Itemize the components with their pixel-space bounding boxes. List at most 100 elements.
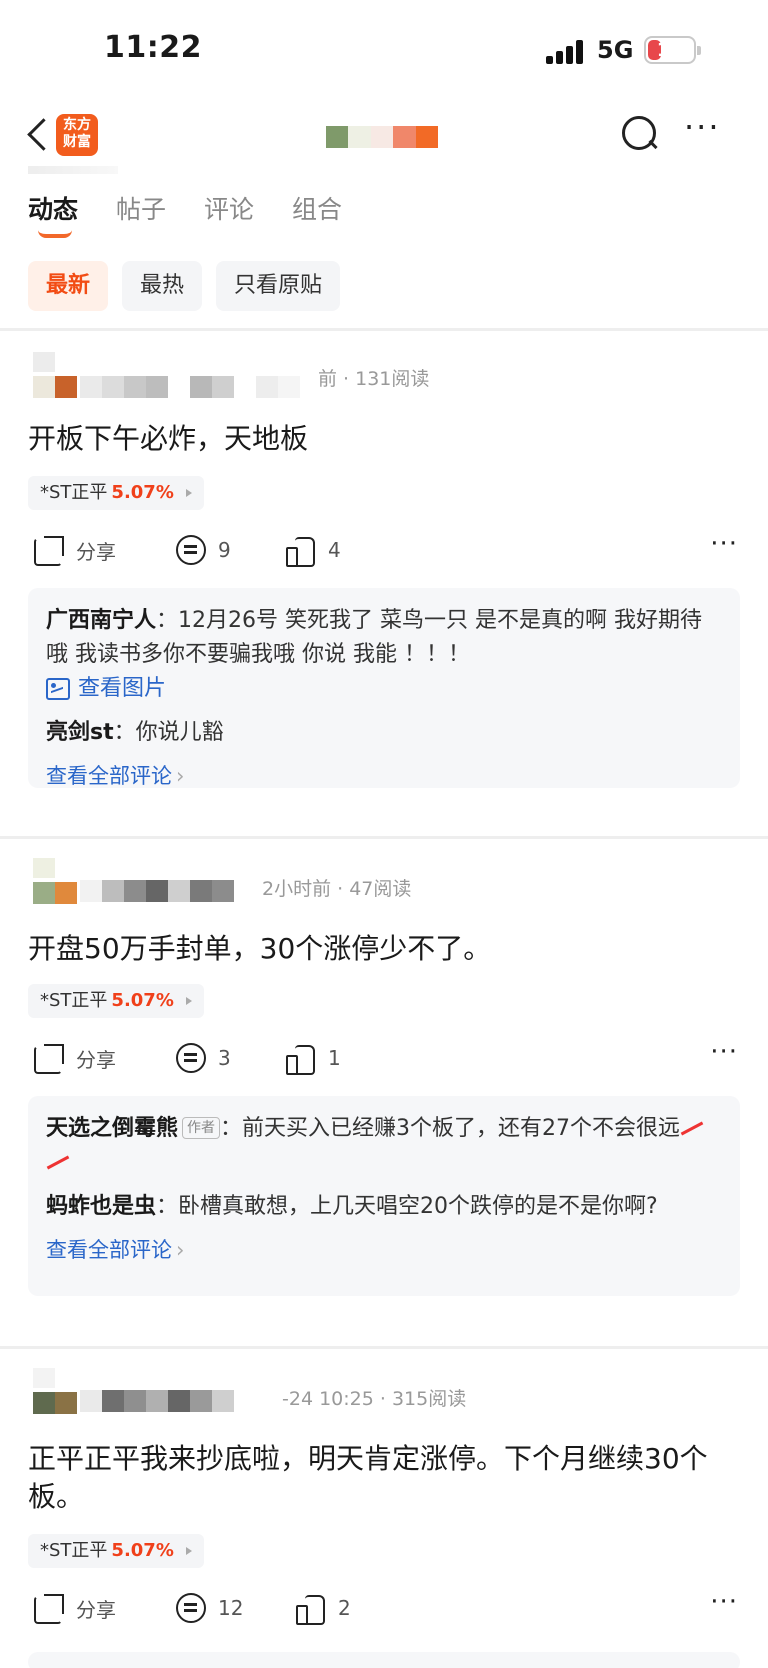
arrow-right-icon <box>185 489 192 497</box>
search-icon[interactable] <box>620 114 660 154</box>
status-time: 11:22 <box>104 30 202 65</box>
like-count: 1 <box>328 1046 341 1070</box>
stock-tag[interactable]: *ST正平 5.07% <box>28 1534 204 1568</box>
more-options-icon[interactable]: ··· <box>710 531 738 557</box>
share-button[interactable]: 分享 <box>32 1038 116 1078</box>
post-content[interactable]: 开盘50万手封单，30个涨停少不了。 <box>28 930 740 968</box>
comment-icon <box>176 1593 206 1623</box>
post-content[interactable]: 开板下午必炸，天地板 <box>28 420 740 458</box>
chart-increasing-icon <box>680 1121 706 1137</box>
tab-dynamic[interactable]: 动态 <box>28 190 78 240</box>
view-all-comments-link[interactable]: 查看全部评论 › <box>46 1234 722 1266</box>
share-icon <box>32 1592 64 1624</box>
post-card: 2小时前 · 47阅读 开盘50万手封单，30个涨停少不了。 *ST正平 5.0… <box>0 838 768 1318</box>
view-all-label: 查看全部评论 <box>46 764 172 788</box>
more-options-icon[interactable]: ··· <box>710 1589 738 1615</box>
author-badge: 作者 <box>182 1117 221 1139</box>
reply-item[interactable]: 蚂蚱也是虫：卧槽真敢想，上几天唱空20个跌停的是不是你啊? <box>46 1190 722 1224</box>
more-icon[interactable]: ··· <box>684 111 724 143</box>
reply-item[interactable]: 广西南宁人：12月26号 笑死我了 菜鸟一只 是不是真的啊 我好期待哦 我读书多… <box>46 604 722 672</box>
reply-username[interactable]: 蚂蚱也是虫 <box>46 1194 156 1219</box>
blurred-fragment <box>28 166 118 174</box>
comment-icon <box>176 1043 206 1073</box>
reply-username[interactable]: 亮剑st <box>46 720 114 745</box>
like-button[interactable]: 4 <box>286 530 341 570</box>
reply-username[interactable]: 天选之倒霉熊 <box>46 1116 178 1141</box>
replies-box: 天选之倒霉熊 作者 ：前天买入已经赚3个板了，还有27个不会很远 蚂蚱也是虫：卧槽真… <box>28 1096 740 1296</box>
username-blurred[interactable] <box>80 1390 234 1412</box>
comment-count: 9 <box>218 538 231 562</box>
reply-item[interactable]: 亮剑st：你说儿豁 <box>46 716 722 750</box>
battery-level: 14 <box>656 39 684 61</box>
share-button[interactable]: 分享 <box>32 530 116 570</box>
stock-tag[interactable]: *ST正平 5.07% <box>28 984 204 1018</box>
post-actions: 分享 3 1 ··· <box>0 1038 768 1078</box>
tab-bar: 动态 帖子 评论 组合 <box>28 190 380 240</box>
stock-name: *ST正平 <box>40 1540 108 1561</box>
view-image-link[interactable]: 查看图片 <box>46 672 722 706</box>
filter-original-only[interactable]: 只看原贴 <box>216 261 341 311</box>
filter-latest[interactable]: 最新 <box>28 261 109 311</box>
post-meta: 前 · 131阅读 <box>318 368 430 390</box>
like-button[interactable]: 2 <box>296 1588 351 1628</box>
signal-icon <box>546 38 586 64</box>
post-meta: 2小时前 · 47阅读 <box>262 878 412 900</box>
reply-text: 你说儿豁 <box>135 720 224 745</box>
stock-name: *ST正平 <box>40 990 108 1011</box>
filter-hot[interactable]: 最热 <box>122 261 203 311</box>
reply-item[interactable]: 天选之倒霉熊 作者 ：前天买入已经赚3个板了，还有27个不会很远 <box>46 1112 722 1180</box>
chevron-right-icon: › <box>176 764 185 788</box>
share-button[interactable]: 分享 <box>32 1588 116 1628</box>
back-icon[interactable] <box>22 114 52 154</box>
stock-change: 5.07% <box>111 482 174 503</box>
comment-count: 3 <box>218 1046 231 1070</box>
username-blurred[interactable] <box>80 880 234 902</box>
share-icon <box>32 534 64 566</box>
comment-button[interactable]: 9 <box>176 530 231 570</box>
post-content[interactable]: 正平正平我来抄底啦，明天肯定涨停。下个月继续30个板。 <box>28 1440 740 1516</box>
comment-button[interactable]: 3 <box>176 1038 231 1078</box>
comment-button[interactable]: 12 <box>176 1588 243 1628</box>
avatar[interactable] <box>33 858 77 908</box>
page-title-blurred <box>326 126 439 148</box>
stock-name: *ST正平 <box>40 482 108 503</box>
tab-portfolio[interactable]: 组合 <box>292 190 342 240</box>
active-tab-indicator <box>38 230 72 238</box>
post-meta: -24 10:25 · 315阅读 <box>282 1388 467 1410</box>
comment-icon <box>176 535 206 565</box>
tab-comments[interactable]: 评论 <box>204 190 254 240</box>
chart-increasing-icon <box>46 1155 72 1171</box>
replies-box <box>28 1652 740 1668</box>
comment-count: 12 <box>218 1596 244 1620</box>
avatar[interactable] <box>33 352 77 402</box>
app-logo: 东方 财富 <box>56 114 98 156</box>
thumbs-up-icon <box>286 1043 316 1075</box>
arrow-right-icon <box>185 1547 192 1555</box>
post-card: 前 · 131阅读 开板下午必炸，天地板 *ST正平 5.07% 分享 9 4 … <box>0 330 768 810</box>
reply-text: 卧槽真敢想，上几天唱空20个跌停的是不是你啊? <box>178 1194 658 1219</box>
image-icon <box>46 678 70 700</box>
share-label: 分享 <box>76 1597 116 1622</box>
view-all-label: 查看全部评论 <box>46 1238 172 1262</box>
reply-text: 前天买入已经赚3个板了，还有27个不会很远 <box>242 1116 681 1141</box>
post-card: -24 10:25 · 315阅读 正平正平我来抄底啦，明天肯定涨停。下个月继续… <box>0 1348 768 1668</box>
stock-tag[interactable]: *ST正平 5.07% <box>28 476 204 510</box>
chevron-right-icon: › <box>176 1238 185 1262</box>
thumbs-up-icon <box>296 1593 326 1625</box>
tab-posts[interactable]: 帖子 <box>116 190 166 240</box>
post-actions: 分享 9 4 ··· <box>0 530 768 570</box>
network-type: 5G <box>597 36 634 64</box>
username-blurred[interactable] <box>80 376 300 398</box>
like-count: 4 <box>328 538 341 562</box>
stock-change: 5.07% <box>111 990 174 1011</box>
reply-username[interactable]: 广西南宁人 <box>46 608 156 633</box>
avatar[interactable] <box>33 1368 77 1418</box>
replies-box: 广西南宁人：12月26号 笑死我了 菜鸟一只 是不是真的啊 我好期待哦 我读书多… <box>28 588 740 788</box>
share-label: 分享 <box>76 539 116 564</box>
filter-chips: 最新 最热 只看原贴 <box>28 261 341 311</box>
stock-change: 5.07% <box>111 1540 174 1561</box>
tab-label: 动态 <box>28 195 79 224</box>
like-button[interactable]: 1 <box>286 1038 341 1078</box>
view-all-comments-link[interactable]: 查看全部评论 › <box>46 760 722 792</box>
more-options-icon[interactable]: ··· <box>710 1039 738 1065</box>
